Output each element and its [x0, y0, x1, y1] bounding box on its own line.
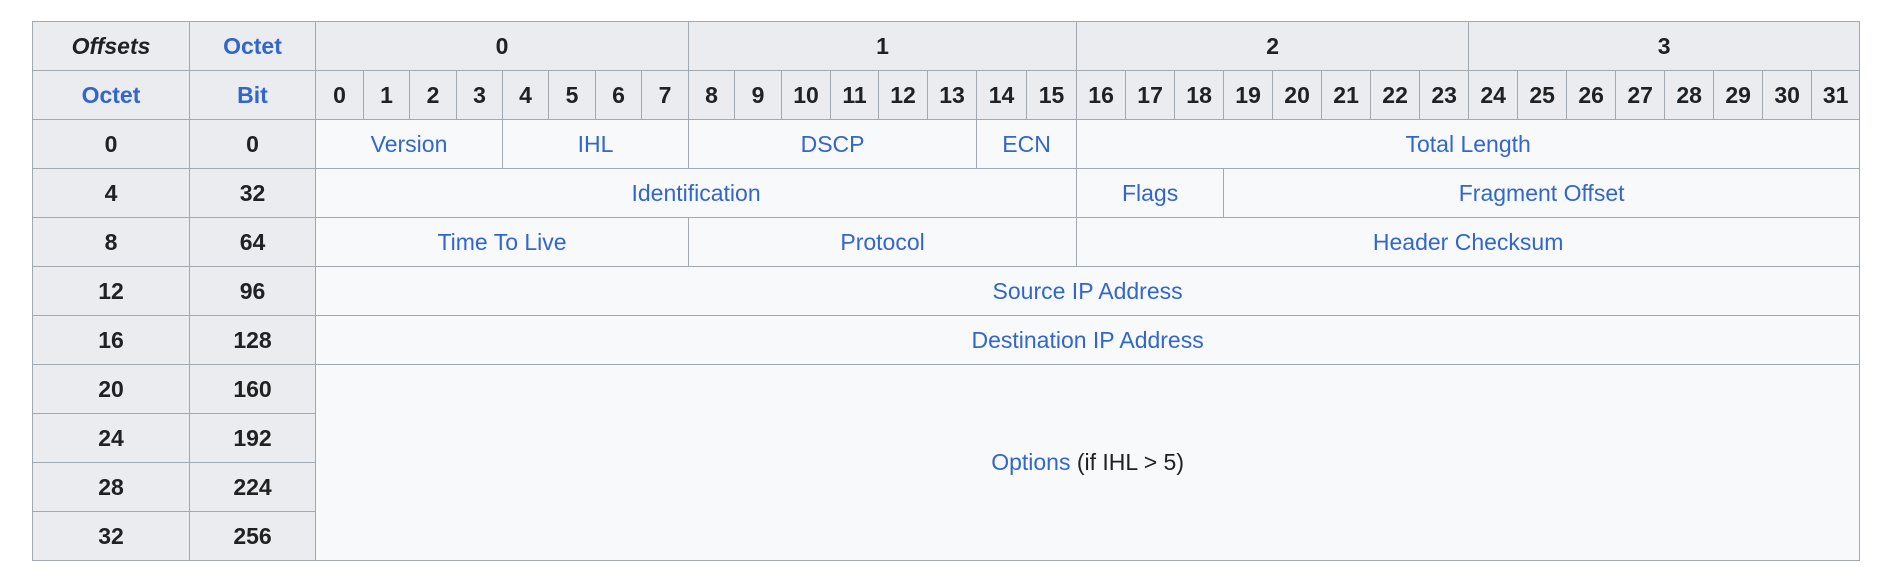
table-row: 12 96 Source IP Address	[32, 266, 1861, 316]
octet-number-3: 3	[1468, 21, 1861, 71]
header-row-octets: Offsets Octet 0 1 2 3	[32, 21, 1861, 71]
row-bit-offset: 96	[189, 266, 316, 316]
field-fragment-offset[interactable]: Fragment Offset	[1223, 168, 1861, 218]
bit-number: 6	[595, 70, 642, 120]
row-octet-offset: 28	[32, 462, 190, 512]
bit-number: 27	[1615, 70, 1666, 120]
bit-number: 25	[1517, 70, 1568, 120]
row-bit-offset: 32	[189, 168, 316, 218]
row-bit-offset: 192	[189, 413, 316, 463]
bit-number: 1	[363, 70, 410, 120]
row-octet-offset: 12	[32, 266, 190, 316]
row-octet-offset: 16	[32, 315, 190, 365]
bit-number: 28	[1664, 70, 1715, 120]
field-dscp[interactable]: DSCP	[688, 119, 978, 169]
table-row: 0 0 Version IHL DSCP ECN Total Length	[32, 119, 1861, 169]
ipv4-header-table-wrapper: Offsets Octet 0 1 2 3 Octet Bit 0 1 2 3 …	[32, 21, 1861, 561]
octet-number-0: 0	[314, 21, 690, 71]
bit-number: 3	[456, 70, 503, 120]
row-bit-offset: 0	[189, 119, 316, 169]
field-identification[interactable]: Identification	[314, 168, 1078, 218]
row-octet-offset: 4	[32, 168, 190, 218]
field-source-ip-address[interactable]: Source IP Address	[314, 266, 1861, 316]
field-flags[interactable]: Flags	[1076, 168, 1225, 218]
bit-number: 19	[1223, 70, 1274, 120]
bit-number: 11	[830, 70, 880, 120]
bit-number: 2	[409, 70, 457, 120]
offsets-header: Offsets	[32, 21, 190, 71]
bit-number: 31	[1811, 70, 1861, 120]
row-octet-offset: 8	[32, 217, 190, 267]
field-protocol[interactable]: Protocol	[688, 217, 1078, 267]
row-octet-offset: 24	[32, 413, 190, 463]
row-bit-offset: 160	[189, 364, 316, 414]
bit-number: 29	[1713, 70, 1764, 120]
options-note: (if IHL > 5)	[1070, 449, 1184, 475]
bit-number: 18	[1174, 70, 1225, 120]
table-row: 20 160 Options (if IHL > 5)	[32, 364, 1861, 561]
bit-number: 21	[1321, 70, 1372, 120]
row-bit-offset: 128	[189, 315, 316, 365]
options-link[interactable]: Options	[991, 449, 1070, 475]
bit-number: 23	[1419, 70, 1470, 120]
field-ihl[interactable]: IHL	[501, 119, 690, 169]
bit-number: 30	[1762, 70, 1813, 120]
bit-number: 13	[927, 70, 978, 120]
field-ecn[interactable]: ECN	[976, 119, 1078, 169]
field-time-to-live[interactable]: Time To Live	[314, 217, 690, 267]
bit-number: 17	[1125, 70, 1176, 120]
bit-number: 4	[502, 70, 549, 120]
bit-number: 26	[1566, 70, 1617, 120]
field-total-length[interactable]: Total Length	[1076, 119, 1861, 169]
bit-number: 7	[640, 70, 690, 120]
row-octet-offset: 20	[32, 364, 190, 414]
bit-number: 10	[781, 70, 832, 120]
bit-column-header: Bit	[189, 70, 316, 120]
table-row: 8 64 Time To Live Protocol Header Checks…	[32, 217, 1861, 267]
bit-number: 24	[1468, 70, 1519, 120]
field-header-checksum[interactable]: Header Checksum	[1076, 217, 1861, 267]
octet-header: Octet	[189, 21, 316, 71]
bit-number: 16	[1076, 70, 1127, 120]
ipv4-header-table: Offsets Octet 0 1 2 3 Octet Bit 0 1 2 3 …	[32, 21, 1861, 561]
table-row: 4 32 Identification Flags Fragment Offse…	[32, 168, 1861, 218]
octet-number-1: 1	[688, 21, 1078, 71]
bit-number: 0	[315, 70, 364, 120]
row-bit-offset: 224	[189, 462, 316, 512]
bit-number: 9	[734, 70, 783, 120]
bit-number: 22	[1370, 70, 1421, 120]
bit-number: 14	[976, 70, 1028, 120]
field-version[interactable]: Version	[315, 119, 503, 169]
bit-number: 15	[1026, 70, 1078, 120]
octet-column-header: Octet	[32, 70, 190, 120]
row-octet-offset: 0	[32, 119, 190, 169]
table-row: 16 128 Destination IP Address	[32, 315, 1861, 365]
header-row-bits: Octet Bit 0 1 2 3 4 5 6 7 8 9 10 11 12 1…	[32, 70, 1861, 120]
bit-number: 12	[878, 70, 929, 120]
field-destination-ip-address[interactable]: Destination IP Address	[314, 315, 1861, 365]
bit-number: 8	[688, 70, 736, 120]
octet-number-2: 2	[1076, 21, 1470, 71]
field-options: Options (if IHL > 5)	[314, 364, 1861, 561]
bit-number: 20	[1272, 70, 1323, 120]
row-octet-offset: 32	[32, 511, 190, 561]
bit-number: 5	[548, 70, 596, 120]
row-bit-offset: 256	[189, 511, 316, 561]
row-bit-offset: 64	[189, 217, 316, 267]
